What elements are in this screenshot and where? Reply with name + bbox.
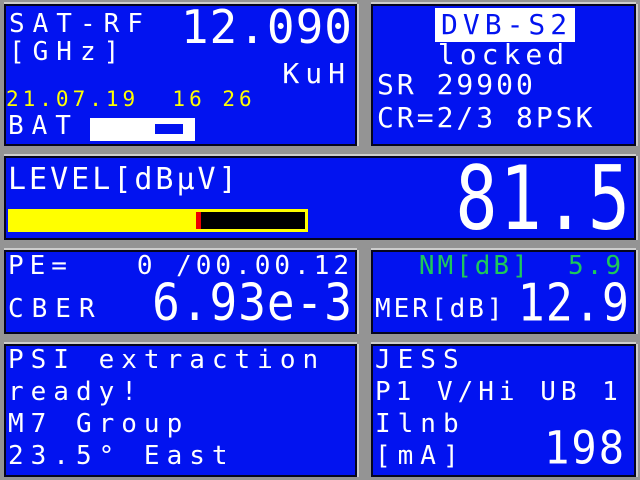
battery-mark [155, 124, 184, 134]
datetime-text: 21.07.19 16 26 [6, 87, 256, 111]
symbol-rate: SR 29900 [377, 68, 536, 101]
battery-label: BAT [8, 111, 79, 141]
lnb-port-line: P1 V/Hi UB 1 [375, 377, 623, 407]
sat-rf-unit: [GHz] [9, 37, 128, 67]
lnb-current-value: 198 [544, 421, 626, 475]
mer-value: 12.9 [517, 271, 630, 333]
mer-label: MER[dB] [375, 294, 506, 324]
panel-demod: DVB-S2 locked SR 29900 CR=2/3 8PSK [371, 4, 636, 146]
lnb-current-name: Ilnb [375, 409, 466, 439]
lock-status: locked [437, 38, 570, 71]
panel-psi: PSI extraction ready! M7 Group 23.5° Eas… [4, 344, 357, 477]
level-bar-fill [11, 212, 197, 229]
cber-label: CBER [8, 294, 103, 324]
psi-line-1: PSI extraction [8, 345, 326, 375]
psi-line-3: M7 Group [8, 409, 190, 439]
psi-line-4: 23.5° East [8, 441, 235, 471]
level-value: 81.5 [455, 146, 632, 251]
pe-label: PE= [8, 251, 73, 281]
code-rate: CR=2/3 8PSK [377, 101, 596, 134]
cber-value: 6.93e-3 [152, 273, 353, 333]
panel-sat-rf: SAT-RF [GHz] 12.090 KuH 21.07.19 16 26 B… [4, 0, 357, 146]
panel-lnb: JESS P1 V/Hi UB 1 Ilnb [mA] 198 [371, 344, 636, 477]
level-bar [8, 209, 308, 232]
level-bar-tick [196, 212, 202, 229]
panel-quality: NM[dB] 5.9 MER[dB] 12.9 [371, 250, 636, 334]
psi-line-2: ready! [8, 377, 144, 407]
frequency-value: 12.090 [180, 0, 353, 54]
battery-icon [90, 118, 195, 141]
lnb-system: JESS [375, 345, 466, 375]
meter-screen: SAT-RF [GHz] 12.090 KuH 21.07.19 16 26 B… [0, 0, 640, 480]
lnb-current-unit: [mA] [375, 441, 466, 471]
band-label: KuH [282, 57, 351, 90]
level-label: LEVEL[dBµV] [8, 162, 240, 197]
sat-rf-title: SAT-RF [9, 9, 151, 39]
panel-error: PE= 0 /00.00.12 CBER 6.93e-3 [4, 250, 357, 334]
panel-level: LEVEL[dBµV] 81.5 [4, 149, 636, 248]
